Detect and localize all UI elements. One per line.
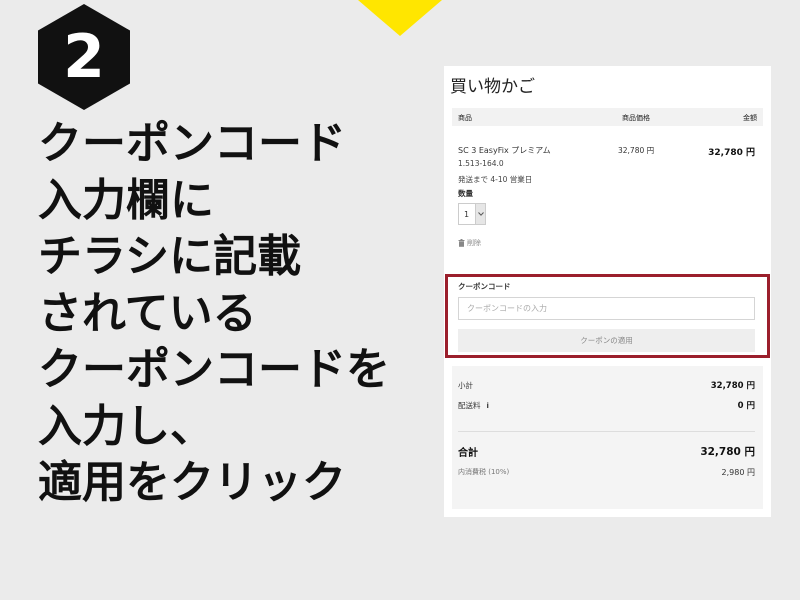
summary-divider — [458, 431, 755, 432]
column-header-price: 商品価格 — [622, 114, 650, 122]
coupon-highlight-box — [445, 274, 770, 358]
quantity-select[interactable]: 1 — [458, 203, 486, 225]
instruction-line: チラシに記載 — [38, 231, 302, 282]
shipping-time: 発送まで 4-10 営業日 — [458, 175, 533, 184]
total-label: 合計 — [458, 448, 478, 459]
instruction-line: 入力し、 — [38, 400, 214, 452]
delete-button[interactable]: 削除 — [458, 238, 481, 248]
column-header-product: 商品 — [458, 114, 472, 122]
shipping-fee-row: 配送料 i — [458, 400, 489, 411]
instruction-line: 入力欄に — [38, 174, 214, 226]
subtotal-value: 32,780 円 — [710, 381, 755, 391]
total-value: 32,780 円 — [700, 446, 755, 458]
step-badge: 2 — [38, 4, 130, 110]
shipping-fee-label: 配送料 — [458, 401, 481, 410]
trash-icon — [458, 239, 465, 247]
quantity-label: 数量 — [458, 189, 473, 198]
instruction-line: 適用をクリック — [38, 457, 346, 508]
cart-title: 買い物かご — [450, 77, 535, 97]
yellow-triangle-marker — [358, 0, 442, 36]
instruction-line: クーポンコード — [38, 118, 346, 169]
instruction-line: されている — [38, 287, 257, 339]
shipping-fee-value: 0 円 — [737, 401, 755, 411]
instruction-text: クーポンコード 入力欄に チラシに記載 されている クーポンコードを 入力し、 … — [38, 116, 438, 512]
unit-price: 32,780 円 — [618, 146, 655, 155]
info-icon[interactable]: i — [487, 402, 489, 410]
line-amount: 32,780 円 — [708, 148, 755, 158]
column-header-amount: 金額 — [743, 114, 757, 122]
step-number: 2 — [63, 22, 105, 92]
instruction-line: クーポンコードを — [38, 344, 390, 395]
order-summary: 小計 32,780 円 配送料 i 0 円 合計 32,780 円 内消費税 (1… — [452, 366, 763, 509]
subtotal-label: 小計 — [458, 381, 473, 390]
delete-label: 削除 — [467, 239, 481, 247]
tax-value: 2,980 円 — [721, 468, 755, 477]
tax-label: 内消費税 (10%) — [458, 468, 510, 476]
chevron-down-icon[interactable] — [475, 204, 485, 224]
product-code: 1.513-164.0 — [458, 159, 504, 168]
quantity-value: 1 — [464, 210, 470, 219]
product-name-link[interactable]: SC 3 EasyFix プレミアム — [458, 145, 551, 156]
cart-table-header: 商品 商品価格 金額 — [452, 108, 763, 126]
